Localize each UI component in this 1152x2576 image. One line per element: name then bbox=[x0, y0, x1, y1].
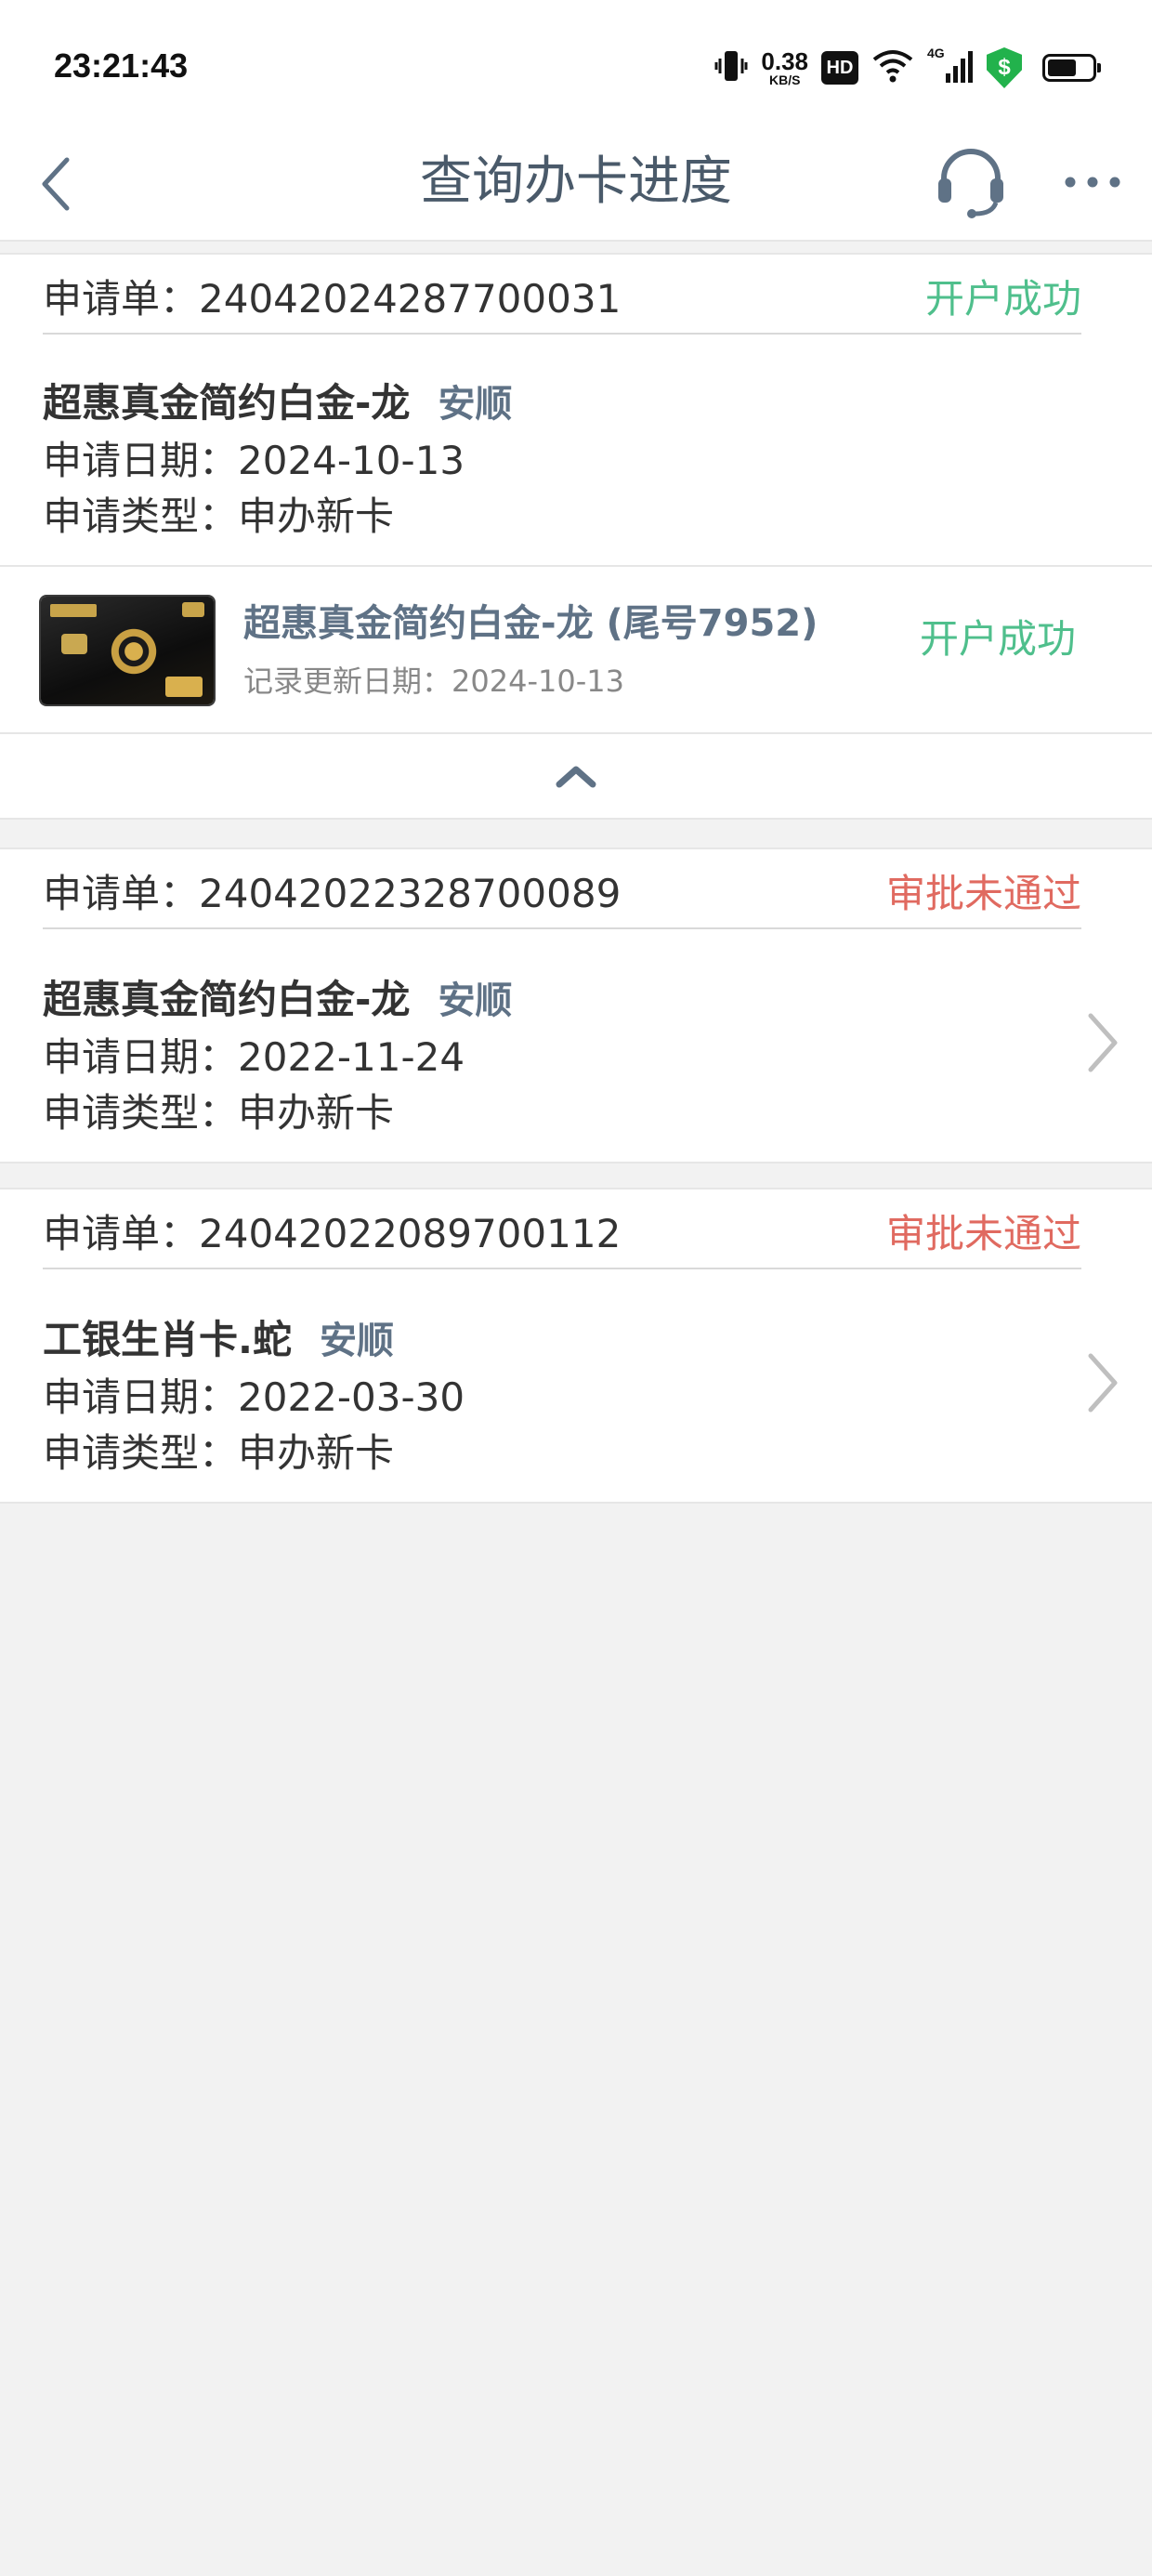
network-speed: 0.38 KB/S bbox=[761, 49, 808, 86]
card-holder: 安顺 bbox=[319, 1320, 394, 1362]
application-card[interactable]: 申请单：24042022328700089 审批未通过 超惠真金简约白金-龙 安顺… bbox=[0, 848, 1152, 1163]
application-date: 申请日期：2022-11-24 bbox=[43, 1026, 465, 1083]
application-card: 申请单：24042024287700031 开户成功 超惠真金简约白金-龙 安顺 … bbox=[0, 253, 1152, 567]
card-name: 超惠真金简约白金-龙 安顺 bbox=[43, 968, 512, 1025]
application-type-value: 申办新卡 bbox=[238, 1430, 395, 1476]
chevron-up-icon bbox=[556, 766, 596, 788]
application-date-value: 2022-03-30 bbox=[238, 1374, 465, 1420]
application-status: 审批未通过 bbox=[885, 1211, 1081, 1256]
detail-arrow[interactable] bbox=[1080, 1346, 1124, 1420]
card-holder: 安顺 bbox=[438, 979, 513, 1022]
status-time: 23:21:43 bbox=[54, 46, 189, 85]
application-type-label: 申请类型： bbox=[43, 1430, 239, 1476]
customer-service-button[interactable] bbox=[929, 136, 1013, 229]
application-number-label: 申请单： bbox=[43, 276, 200, 322]
application-date-value: 2024-10-13 bbox=[238, 438, 465, 483]
application-status: 审批未通过 bbox=[885, 871, 1081, 916]
issued-card-name: 超惠真金简约白金-龙 (尾号7952) bbox=[243, 602, 818, 645]
card-name: 工银生肖卡.蛇 安顺 bbox=[43, 1308, 394, 1365]
update-date-label: 记录更新日期： bbox=[243, 664, 452, 699]
issued-card-update: 记录更新日期：2024-10-13 bbox=[243, 658, 624, 701]
application-number-label: 申请单： bbox=[43, 1211, 200, 1256]
more-icon bbox=[1065, 177, 1120, 188]
application-date-label: 申请日期： bbox=[43, 1374, 239, 1420]
battery-icon bbox=[1042, 54, 1101, 82]
application-type-label: 申请类型： bbox=[43, 493, 239, 539]
card-name-text: 超惠真金简约白金-龙 bbox=[43, 380, 411, 426]
card-image bbox=[41, 597, 214, 704]
application-date: 申请日期：2024-10-13 bbox=[43, 429, 465, 486]
application-number-value: 24042022089700112 bbox=[199, 1211, 622, 1256]
status-bar: 23:21:43 0.38 KB/S HD 4G $ bbox=[0, 0, 1152, 130]
battery-level bbox=[1048, 59, 1076, 76]
collapse-button[interactable] bbox=[0, 734, 1152, 820]
headset-icon bbox=[938, 149, 1003, 218]
security-shield-icon: $ bbox=[987, 47, 1022, 88]
card-holder: 安顺 bbox=[438, 383, 513, 426]
status-icons: 0.38 KB/S HD 4G $ bbox=[714, 45, 1101, 91]
update-date-value: 2024-10-13 bbox=[452, 664, 624, 699]
cellular-signal-icon: 4G bbox=[927, 46, 974, 86]
application-type-value: 申办新卡 bbox=[238, 1090, 395, 1136]
issued-card-item[interactable]: 超惠真金简约白金-龙 (尾号7952) 记录更新日期：2024-10-13 开户… bbox=[0, 567, 1152, 734]
application-number: 申请单：24042022328700089 bbox=[43, 862, 621, 919]
vibrate-icon bbox=[714, 47, 748, 88]
hd-icon: HD bbox=[821, 51, 858, 85]
application-card[interactable]: 申请单：24042022089700112 审批未通过 工银生肖卡.蛇 安顺 申请… bbox=[0, 1188, 1152, 1504]
application-type: 申请类型：申办新卡 bbox=[43, 485, 394, 542]
nav-bar: 查询办卡进度 bbox=[0, 130, 1152, 242]
application-status: 开户成功 bbox=[924, 276, 1081, 322]
application-number-value: 24042024287700031 bbox=[199, 276, 622, 322]
card-name-text: 超惠真金简约白金-龙 bbox=[43, 977, 411, 1022]
application-number-value: 24042022328700089 bbox=[199, 871, 622, 916]
application-header: 申请单：24042024287700031 开户成功 bbox=[43, 255, 1081, 335]
detail-arrow[interactable] bbox=[1080, 1005, 1124, 1080]
application-header: 申请单：24042022328700089 审批未通过 bbox=[43, 849, 1081, 929]
application-type-label: 申请类型： bbox=[43, 1090, 239, 1136]
application-number: 申请单：24042024287700031 bbox=[43, 268, 621, 324]
application-date: 申请日期：2022-03-30 bbox=[43, 1366, 465, 1423]
application-number-label: 申请单： bbox=[43, 871, 200, 916]
application-type: 申请类型：申办新卡 bbox=[43, 1082, 394, 1138]
application-number: 申请单：24042022089700112 bbox=[43, 1203, 621, 1259]
card-name-text: 工银生肖卡.蛇 bbox=[43, 1317, 292, 1362]
network-type-label: 4G bbox=[927, 46, 945, 60]
application-type-value: 申办新卡 bbox=[238, 493, 395, 539]
more-button[interactable] bbox=[1055, 136, 1130, 229]
application-header: 申请单：24042022089700112 审批未通过 bbox=[43, 1189, 1081, 1269]
application-type: 申请类型：申办新卡 bbox=[43, 1422, 394, 1479]
chevron-right-icon bbox=[1088, 1353, 1118, 1413]
issued-card-status: 开户成功 bbox=[919, 616, 1076, 662]
application-date-label: 申请日期： bbox=[43, 438, 239, 483]
application-date-label: 申请日期： bbox=[43, 1034, 239, 1080]
application-date-value: 2022-11-24 bbox=[238, 1034, 465, 1080]
wifi-icon bbox=[871, 48, 914, 87]
chevron-right-icon bbox=[1088, 1013, 1118, 1072]
network-speed-unit: KB/S bbox=[768, 72, 801, 87]
card-name: 超惠真金简约白金-龙 安顺 bbox=[43, 372, 512, 428]
network-speed-value: 0.38 bbox=[761, 47, 808, 75]
